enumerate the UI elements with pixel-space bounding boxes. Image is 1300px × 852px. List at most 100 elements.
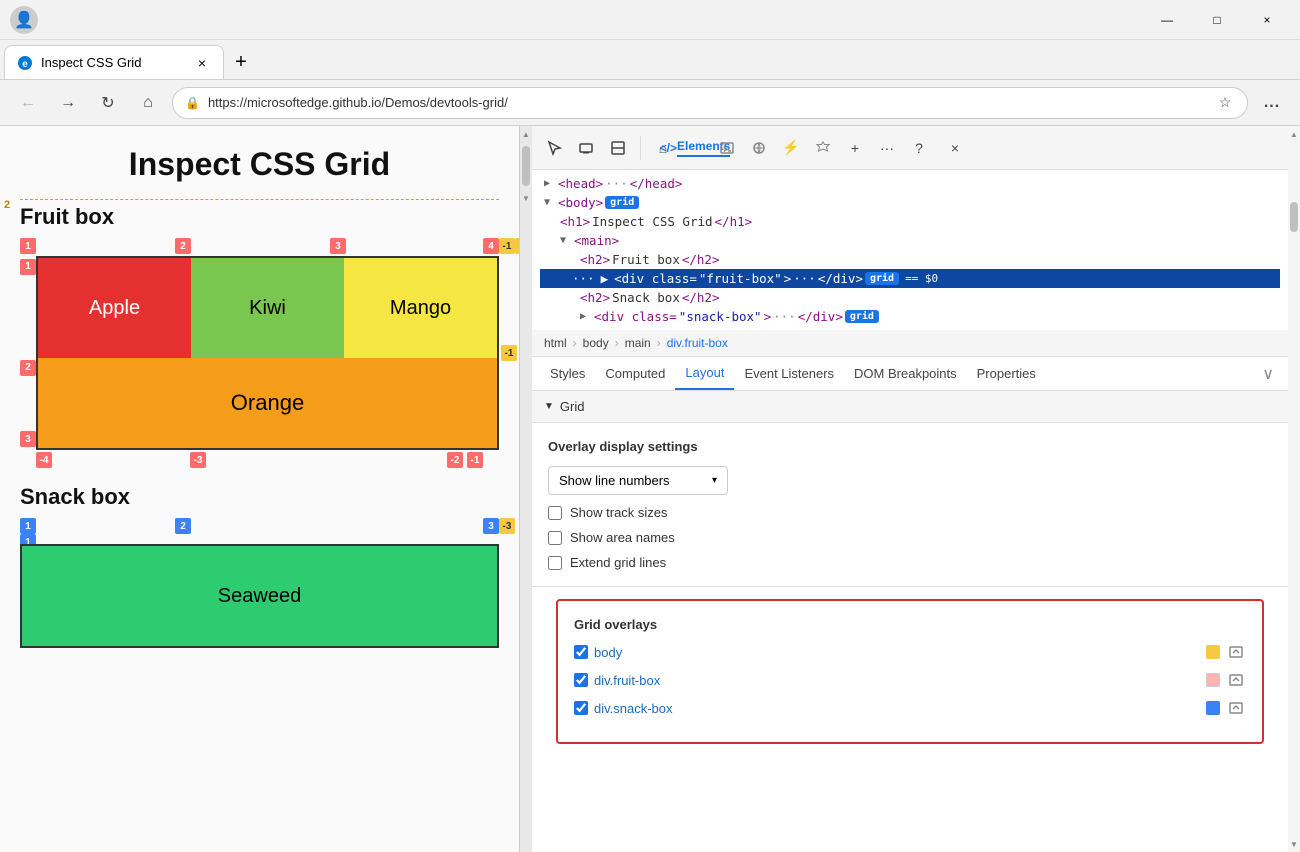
help-button[interactable]: ? — [905, 134, 933, 162]
home-button[interactable]: ⌂ — [132, 87, 164, 119]
scroll-thumb[interactable] — [522, 146, 530, 186]
url-bar[interactable]: 🔒 https://microsoftedge.github.io/Demos/… — [172, 87, 1248, 119]
maximize-button[interactable]: □ — [1194, 4, 1240, 36]
performance-button[interactable]: ⚡ — [777, 134, 805, 162]
profile-icon[interactable]: 👤 — [10, 6, 38, 34]
dom-tag-h1: <h1> — [560, 214, 590, 229]
dom-line-main[interactable]: ▼ <main> — [540, 231, 1280, 250]
snack-num-top-3: 3 — [483, 518, 499, 534]
dom-line-snack-div[interactable]: ▶ <div class= "snack-box" > ··· </div> g… — [540, 307, 1280, 326]
add-panel-button[interactable]: + — [841, 134, 869, 162]
show-line-numbers-dropdown[interactable]: Show line numbers ▾ — [548, 466, 728, 495]
dom-arrow-fruit[interactable]: ▶ — [601, 271, 609, 286]
tab-bar: e Inspect CSS Grid × + — [0, 40, 1300, 80]
more-panels-button[interactable]: ··· — [873, 134, 901, 162]
minimize-button[interactable]: — — [1144, 4, 1190, 36]
tab-close-button[interactable]: × — [193, 54, 211, 72]
dom-arrow-body[interactable]: ▼ — [544, 197, 556, 208]
forward-button[interactable]: → — [52, 87, 84, 119]
devtools-main: ⌂ </> Elements ⚡ + ··· ? × — [532, 126, 1288, 852]
dom-dots-fruit: ··· — [572, 271, 595, 286]
grid-num-left-1: 1 — [20, 259, 36, 275]
dom-tag-snack-div: <div class= — [594, 309, 677, 324]
grid-page: Inspect CSS Grid 2 Fruit box 1 1 2 3 4 -… — [0, 126, 519, 668]
show-area-names-checkbox[interactable] — [548, 531, 562, 545]
bc-fruit-box[interactable]: div.fruit-box — [663, 334, 732, 352]
page-scrollbar[interactable]: ▲ ▼ — [520, 126, 532, 852]
bc-main[interactable]: main — [621, 334, 655, 352]
overlay-body-label: body — [594, 645, 1200, 660]
more-options-button[interactable]: ... — [1256, 87, 1288, 119]
dom-line-body[interactable]: ▼ <body> grid — [540, 193, 1280, 212]
extend-grid-lines-label: Extend grid lines — [570, 555, 666, 570]
overlay-body-checkbox[interactable] — [574, 645, 588, 659]
dom-tag-h2fruit: <h2> — [580, 252, 610, 267]
grid-num-top-1a: 1 — [20, 238, 36, 254]
favorite-button[interactable]: ☆ — [1215, 93, 1235, 113]
grid-num-top-3: 3 — [330, 238, 346, 254]
close-devtools-button[interactable]: × — [941, 134, 969, 162]
dom-line-h1[interactable]: <h1> Inspect CSS Grid </h1> — [540, 212, 1280, 231]
overlay-fruit-checkbox[interactable] — [574, 673, 588, 687]
tab-styles[interactable]: Styles — [540, 358, 595, 389]
show-track-sizes-checkbox[interactable] — [548, 506, 562, 520]
dt-scroll-thumb[interactable] — [1290, 202, 1298, 232]
extend-grid-lines-row: Extend grid lines — [548, 555, 1272, 570]
snack-num-top-2: 2 — [175, 518, 191, 534]
elements-tab-button[interactable]: </> Elements — [681, 134, 709, 162]
dom-arrow-main[interactable]: ▼ — [560, 235, 572, 246]
dom-tag-head: <head> — [558, 176, 603, 191]
window-close-button[interactable]: × — [1244, 4, 1290, 36]
dt-scroll-up[interactable]: ▲ — [1288, 126, 1300, 142]
grid-section-header[interactable]: ▼ Grid — [532, 391, 1288, 423]
refresh-button[interactable]: ↻ — [92, 87, 124, 119]
overlay-snack-checkbox[interactable] — [574, 701, 588, 715]
dom-tag-body: <body> — [558, 195, 603, 210]
panel-tabs: Styles Computed Layout Event Listeners D… — [532, 357, 1288, 391]
dom-arrow-snack[interactable]: ▶ — [580, 311, 592, 322]
scroll-down-arrow[interactable]: ▼ — [520, 190, 532, 206]
inspect-element-button[interactable] — [540, 134, 568, 162]
tab-layout[interactable]: Layout — [675, 357, 734, 390]
network-button[interactable] — [745, 134, 773, 162]
tab-computed[interactable]: Computed — [595, 358, 675, 389]
dom-line-fruit-div[interactable]: ··· ▶ <div class= "fruit-box" > ··· </di… — [540, 269, 1280, 288]
dom-line-h2snack[interactable]: <h2> Snack box </h2> — [540, 288, 1280, 307]
dock-button[interactable] — [604, 134, 632, 162]
tab-event-listeners[interactable]: Event Listeners — [734, 358, 844, 389]
settings-button[interactable] — [809, 134, 837, 162]
scroll-up-arrow[interactable]: ▲ — [520, 126, 532, 142]
dom-dots-head: ··· — [605, 176, 628, 191]
overlay-row-fruit: div.fruit-box — [574, 670, 1246, 690]
back-button[interactable]: ← — [12, 87, 44, 119]
tab-properties[interactable]: Properties — [967, 358, 1046, 389]
devtools-scrollbar[interactable]: ▲ ▼ — [1288, 126, 1300, 852]
tab-dom-breakpoints[interactable]: DOM Breakpoints — [844, 358, 967, 389]
bc-body[interactable]: body — [579, 334, 613, 352]
dom-badge-grid-fruit: grid — [865, 272, 899, 285]
browser-tab[interactable]: e Inspect CSS Grid × — [4, 45, 224, 79]
overlay-row-body: body — [574, 642, 1246, 662]
overlay-row-snack: div.snack-box — [574, 698, 1246, 718]
grid-overlays-section: Grid overlays body — [556, 599, 1264, 744]
overlay-settings: Overlay display settings Show line numbe… — [532, 423, 1288, 587]
dt-scroll-down[interactable]: ▼ — [1288, 836, 1300, 852]
dom-line-head[interactable]: ▶ <head> ··· </head> — [540, 174, 1280, 193]
panel-more-button[interactable]: ∨ — [1256, 360, 1280, 388]
extend-grid-lines-checkbox[interactable] — [548, 556, 562, 570]
mango-cell: Mango — [344, 258, 497, 358]
dom-badge-grid-snack: grid — [845, 310, 879, 323]
new-tab-button[interactable]: + — [224, 45, 258, 79]
grid-num-right-neg1: -1 — [501, 345, 517, 361]
console-button[interactable] — [713, 134, 741, 162]
overlay-body-icon[interactable] — [1226, 642, 1246, 662]
bc-html[interactable]: html — [540, 334, 571, 352]
overlay-snack-icon[interactable] — [1226, 698, 1246, 718]
grid-num-2b: 2 — [515, 238, 520, 254]
dom-line-h2fruit[interactable]: <h2> Fruit box </h2> — [540, 250, 1280, 269]
overlay-fruit-icon[interactable] — [1226, 670, 1246, 690]
dom-arrow-head[interactable]: ▶ — [544, 178, 556, 189]
device-emulation-button[interactable] — [572, 134, 600, 162]
bc-sep-1: › — [573, 336, 577, 350]
grid-num-bot-neg3: -3 — [190, 452, 206, 468]
